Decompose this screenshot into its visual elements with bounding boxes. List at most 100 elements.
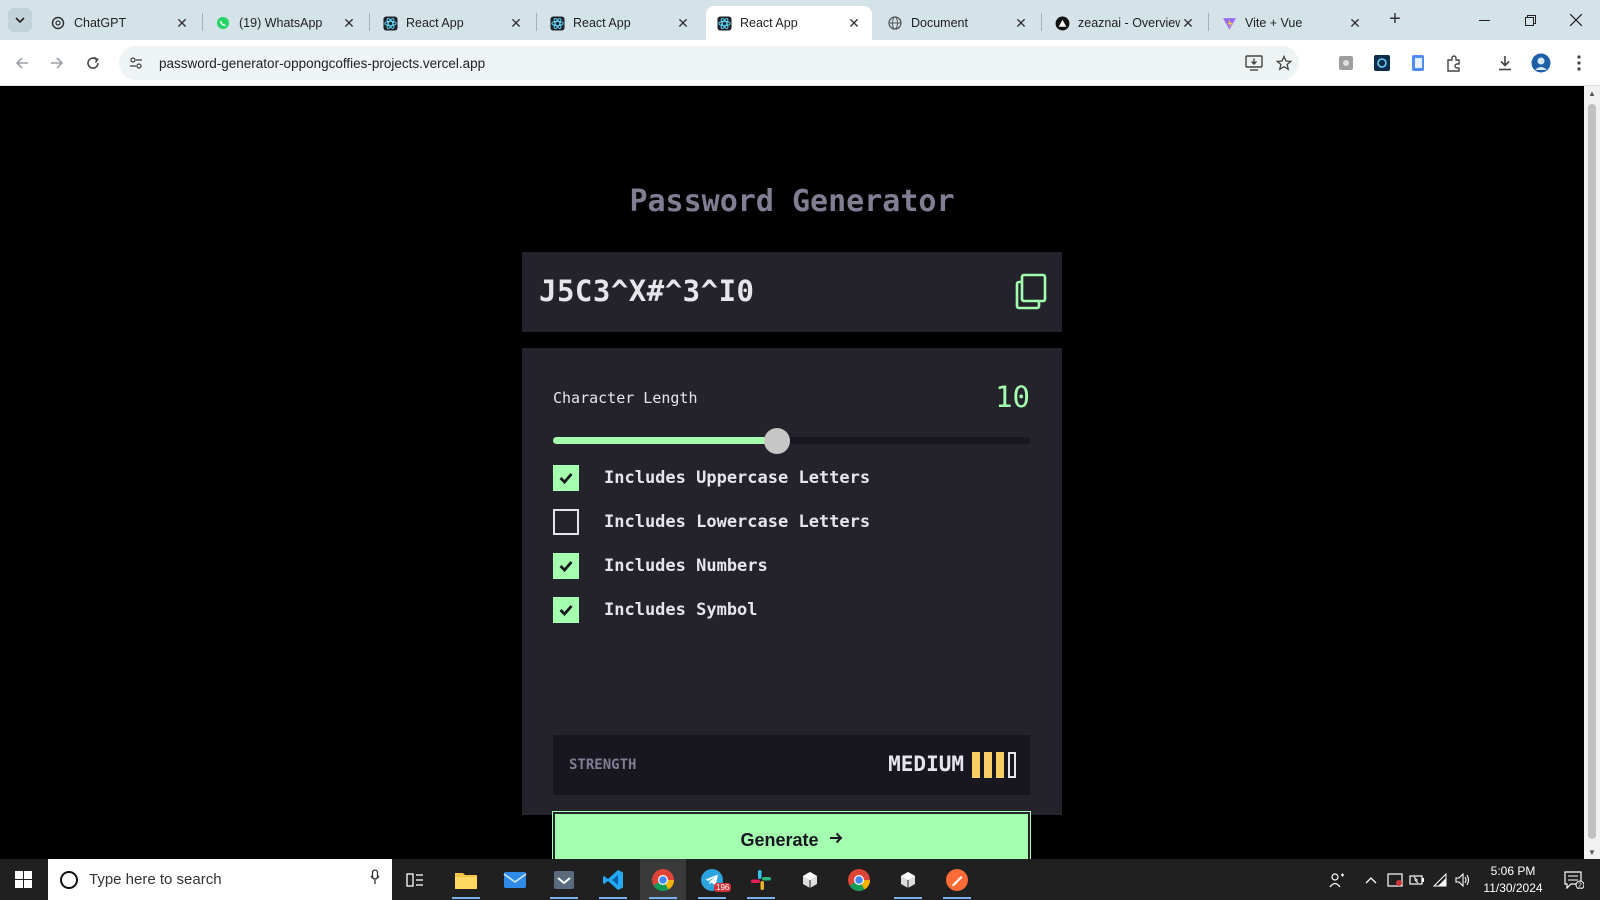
start-button[interactable]: [0, 859, 46, 900]
close-icon[interactable]: ✕: [1347, 15, 1363, 31]
password-display: J5C3^X#^3^I0: [522, 252, 1062, 332]
option-numbers[interactable]: Includes Numbers: [553, 553, 768, 579]
tab-title: (19) WhatsApp: [239, 16, 323, 30]
task-view-button[interactable]: [392, 859, 438, 900]
lowercase-checkbox[interactable]: [553, 509, 579, 535]
wifi-icon[interactable]: [1429, 859, 1451, 900]
tray-app-icon[interactable]: [1384, 859, 1406, 900]
option-symbol[interactable]: Includes Symbol: [553, 597, 758, 623]
puzzle-icon: [1447, 55, 1460, 72]
taskbar-postman[interactable]: [934, 859, 980, 900]
cube-icon: [803, 871, 817, 888]
tab-document[interactable]: Document ✕: [877, 6, 1039, 40]
arrow-right-icon: [829, 831, 843, 849]
downloads-button[interactable]: [1494, 52, 1516, 74]
new-tab-button[interactable]: +: [1384, 9, 1406, 31]
notification-icon: 2: [1564, 870, 1584, 889]
minimize-button[interactable]: [1462, 6, 1506, 34]
forward-button[interactable]: [44, 50, 70, 76]
taskbar-vscode[interactable]: [590, 859, 636, 900]
option-uppercase[interactable]: Includes Uppercase Letters: [553, 465, 870, 491]
tab-search-button[interactable]: [8, 8, 32, 32]
taskbar-app-10[interactable]: [885, 859, 931, 900]
browser-menu-button[interactable]: [1568, 52, 1590, 74]
generated-password[interactable]: J5C3^X#^3^I0: [539, 274, 755, 308]
bookmark-button[interactable]: [1269, 48, 1299, 78]
browser-toolbar: password-generator-oppongcoffies-project…: [0, 40, 1600, 86]
microphone-icon[interactable]: [370, 869, 380, 890]
option-lowercase[interactable]: Includes Lowercase Letters: [553, 509, 870, 535]
tab-chatgpt[interactable]: ChatGPT ✕: [40, 6, 200, 40]
globe-icon: [887, 15, 903, 31]
restore-button[interactable]: [1508, 6, 1552, 34]
copy-button[interactable]: [1014, 272, 1048, 310]
address-bar[interactable]: password-generator-oppongcoffies-project…: [119, 46, 1299, 80]
slider-thumb[interactable]: [764, 428, 791, 454]
extension-2-button[interactable]: [1371, 52, 1393, 74]
close-icon[interactable]: ✕: [508, 15, 524, 31]
taskbar-file-explorer[interactable]: [443, 859, 489, 900]
taskbar-telegram[interactable]: 196: [689, 859, 735, 900]
tab-title: Document: [911, 16, 968, 30]
notification-badge: 196: [714, 883, 732, 892]
scroll-down-icon[interactable]: ▼: [1584, 845, 1600, 859]
close-icon[interactable]: ✕: [1180, 15, 1196, 31]
tab-whatsapp[interactable]: (19) WhatsApp ✕: [205, 6, 367, 40]
taskbar-chrome[interactable]: [640, 859, 686, 900]
install-app-button[interactable]: [1239, 48, 1269, 78]
close-icon[interactable]: ✕: [675, 15, 691, 31]
close-icon[interactable]: ✕: [846, 15, 862, 31]
more-vert-icon: [1577, 55, 1581, 71]
extensions-menu-button[interactable]: [1443, 52, 1465, 74]
numbers-checkbox[interactable]: [553, 553, 579, 579]
cortana-icon: [60, 870, 78, 889]
tab-react-app-2[interactable]: React App ✕: [539, 6, 701, 40]
windows-taskbar: Type here to search 196 5:06 PM 11/30/20…: [0, 859, 1600, 900]
symbol-checkbox[interactable]: [553, 597, 579, 623]
close-icon[interactable]: ✕: [341, 15, 357, 31]
generate-label: Generate: [740, 829, 819, 850]
taskbar-mail[interactable]: [492, 859, 538, 900]
tray-people-icon[interactable]: [1324, 859, 1350, 900]
taskbar-slack[interactable]: [738, 859, 784, 900]
page-viewport: Password Generator J5C3^X#^3^I0 Characte…: [0, 86, 1584, 869]
taskbar-app-8[interactable]: [787, 859, 833, 900]
avatar-icon: [1531, 53, 1551, 73]
length-slider[interactable]: [553, 428, 1030, 454]
scrollbar-thumb[interactable]: [1588, 104, 1596, 839]
notification-center-button[interactable]: 2: [1556, 859, 1592, 900]
battery-icon[interactable]: [1406, 859, 1428, 900]
tab-zeaznai[interactable]: zeaznai - Overview ✕: [1044, 6, 1206, 40]
back-button[interactable]: [9, 50, 35, 76]
close-icon[interactable]: ✕: [1013, 15, 1029, 31]
arrow-left-icon: [15, 57, 28, 69]
site-info-button[interactable]: [123, 50, 149, 76]
reload-button[interactable]: [80, 50, 106, 76]
page-scrollbar[interactable]: ▲ ▼: [1584, 86, 1600, 859]
close-icon: [1570, 14, 1582, 26]
volume-icon[interactable]: [1452, 859, 1474, 900]
taskbar-clock[interactable]: 5:06 PM 11/30/2024: [1478, 863, 1548, 897]
close-icon[interactable]: ✕: [174, 15, 190, 31]
close-window-button[interactable]: [1554, 6, 1598, 34]
profile-avatar[interactable]: [1530, 52, 1552, 74]
extension-icon: [1412, 55, 1424, 71]
tab-vite-vue[interactable]: Vite + Vue ✕: [1211, 6, 1373, 40]
chevron-up-icon[interactable]: [1360, 859, 1382, 900]
restore-icon: [1524, 14, 1536, 26]
uppercase-checkbox[interactable]: [553, 465, 579, 491]
taskbar-app-3[interactable]: [541, 859, 587, 900]
url-text[interactable]: password-generator-oppongcoffies-project…: [159, 56, 1239, 71]
tab-title: zeaznai - Overview: [1078, 16, 1180, 30]
extension-3-button[interactable]: [1407, 52, 1429, 74]
tab-react-app-active[interactable]: React App ✕: [706, 6, 872, 40]
taskbar-chrome-2[interactable]: [836, 859, 882, 900]
postman-icon: [946, 868, 968, 891]
scroll-up-icon[interactable]: ▲: [1584, 86, 1600, 100]
react-icon: [382, 15, 398, 31]
strength-bars: [972, 752, 1016, 778]
tab-react-app-1[interactable]: React App ✕: [372, 6, 534, 40]
taskbar-search[interactable]: Type here to search: [48, 859, 392, 900]
option-label: Includes Symbol: [604, 600, 758, 620]
extension-1-button[interactable]: [1335, 52, 1357, 74]
